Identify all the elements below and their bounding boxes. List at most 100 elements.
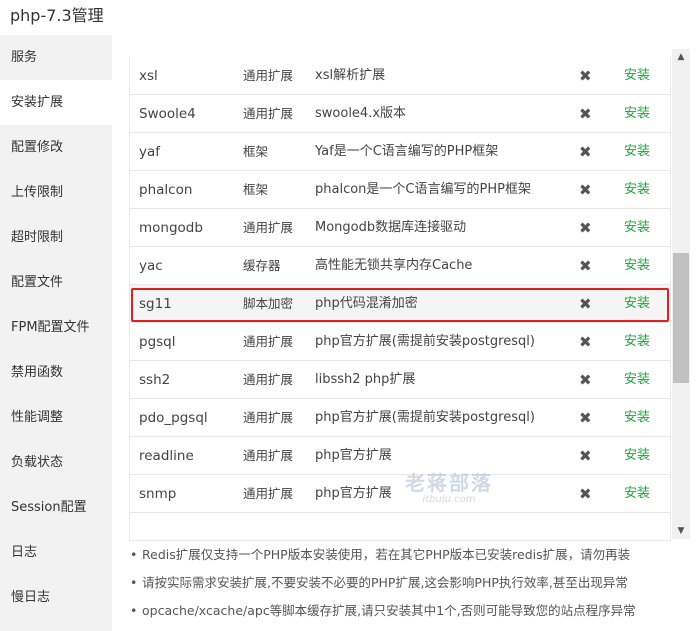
- table-row-highlighted: sg11 脚本加密 php代码混淆加密 ✖ 安装: [130, 285, 670, 323]
- extension-name: mongodb: [139, 220, 203, 236]
- extension-type: 通用扩展: [243, 334, 294, 349]
- note-text: opcache/xcache/apc等脚本缓存扩展,请只安装其中1个,否则可能导…: [142, 603, 636, 618]
- extension-type: 通用扩展: [243, 448, 294, 463]
- sidebar-item-session-config[interactable]: Session配置: [0, 485, 112, 530]
- table-row: mongodb 通用扩展 Mongodb数据库连接驱动 ✖ 安装: [130, 209, 670, 247]
- not-installed-icon: ✖: [579, 181, 592, 199]
- note-item: • Redis扩展仅支持一个PHP版本安装使用，若在其它PHP版本已安装redi…: [130, 541, 690, 569]
- bullet-icon: •: [130, 575, 138, 590]
- not-installed-icon: ✖: [579, 371, 592, 389]
- sidebar-item-slow-log[interactable]: 慢日志: [0, 575, 112, 620]
- sidebar-item-disabled-functions[interactable]: 禁用函数: [0, 350, 112, 395]
- table-row: snmp 通用扩展 php官方扩展 ✖ 安装: [130, 475, 670, 513]
- install-button[interactable]: 安装: [624, 133, 650, 171]
- sidebar-item-fpm-config[interactable]: FPM配置文件: [0, 305, 112, 350]
- sidebar-item-timeout-limit[interactable]: 超时限制: [0, 215, 112, 260]
- sidebar-item-service[interactable]: 服务: [0, 35, 112, 80]
- table-row: xsl 通用扩展 xsl解析扩展 ✖ 安装: [130, 57, 670, 95]
- extension-description: swoole4.x版本: [315, 106, 407, 121]
- not-installed-icon: ✖: [579, 295, 592, 313]
- window-title-bar: php-7.3管理: [0, 0, 698, 30]
- not-installed-icon: ✖: [579, 333, 592, 351]
- sidebar-item-upload-limit[interactable]: 上传限制: [0, 170, 112, 215]
- extension-name: yaf: [139, 144, 161, 160]
- extension-description: php官方扩展(需提前安装postgresql): [315, 410, 535, 425]
- notes-list: • Redis扩展仅支持一个PHP版本安装使用，若在其它PHP版本已安装redi…: [130, 541, 690, 625]
- not-installed-icon: ✖: [579, 485, 592, 503]
- table-row: ssh2 通用扩展 libssh2 php扩展 ✖ 安装: [130, 361, 670, 399]
- extension-name: ssh2: [139, 372, 171, 388]
- sidebar-item-performance[interactable]: 性能调整: [0, 395, 112, 440]
- extension-description: libssh2 php扩展: [315, 372, 416, 387]
- table-row: phalcon 框架 phalcon是一个C语言编写的PHP框架 ✖ 安装: [130, 171, 670, 209]
- scroll-down-arrow-icon[interactable]: ▼: [672, 523, 690, 539]
- note-text: Redis扩展仅支持一个PHP版本安装使用，若在其它PHP版本已安装redis扩…: [142, 547, 631, 562]
- extension-name: xsl: [139, 68, 158, 84]
- sidebar-item-config-file[interactable]: 配置文件: [0, 260, 112, 305]
- scroll-up-arrow-icon[interactable]: ▲: [672, 49, 690, 65]
- extension-description: php官方扩展: [315, 448, 392, 463]
- not-installed-icon: ✖: [579, 67, 592, 85]
- extension-type: 通用扩展: [243, 68, 294, 83]
- install-button[interactable]: 安装: [624, 399, 650, 437]
- install-button[interactable]: 安装: [624, 247, 650, 285]
- install-button[interactable]: 安装: [624, 95, 650, 133]
- install-button[interactable]: 安装: [624, 171, 650, 209]
- extension-type: 通用扩展: [243, 486, 294, 501]
- note-item: • 请按实际需求安装扩展,不要安装不必要的PHP扩展,这会影响PHP执行效率,甚…: [130, 569, 690, 597]
- install-button[interactable]: 安装: [624, 323, 650, 361]
- not-installed-icon: ✖: [579, 219, 592, 237]
- install-button[interactable]: 安装: [624, 209, 650, 247]
- extension-type: 缓存器: [243, 258, 281, 273]
- main-panel: xsl 通用扩展 xsl解析扩展 ✖ 安装 Swoole4 通用扩展 swool…: [112, 35, 698, 631]
- extension-name: phalcon: [139, 182, 193, 198]
- extension-type: 脚本加密: [243, 296, 294, 311]
- extension-description: 高性能无锁共享内存Cache: [315, 258, 473, 273]
- sidebar-item-config-edit[interactable]: 配置修改: [0, 125, 112, 170]
- install-button[interactable]: 安装: [624, 285, 650, 323]
- extension-description: php代码混淆加密: [315, 296, 418, 311]
- note-item: • opcache/xcache/apc等脚本缓存扩展,请只安装其中1个,否则可…: [130, 597, 690, 625]
- extension-type: 通用扩展: [243, 220, 294, 235]
- sidebar-item-load-status[interactable]: 负载状态: [0, 440, 112, 485]
- extension-description: php官方扩展(需提前安装postgresql): [315, 334, 535, 349]
- not-installed-icon: ✖: [579, 257, 592, 275]
- not-installed-icon: ✖: [579, 105, 592, 123]
- bullet-icon: •: [130, 603, 138, 618]
- extension-description: Yaf是一个C语言编写的PHP框架: [315, 144, 499, 159]
- table-row: Swoole4 通用扩展 swoole4.x版本 ✖ 安装: [130, 95, 670, 133]
- extension-type: 通用扩展: [243, 372, 294, 387]
- extension-description: php官方扩展: [315, 486, 392, 501]
- extension-description: xsl解析扩展: [315, 68, 386, 83]
- bullet-icon: •: [130, 547, 138, 562]
- not-installed-icon: ✖: [579, 143, 592, 161]
- sidebar: 服务 安装扩展 配置修改 上传限制 超时限制 配置文件 FPM配置文件 禁用函数…: [0, 35, 112, 631]
- extension-name: pdo_pgsql: [139, 410, 208, 426]
- table-scrollbar[interactable]: ▲ ▼: [672, 49, 690, 539]
- table-row: yaf 框架 Yaf是一个C语言编写的PHP框架 ✖ 安装: [130, 133, 670, 171]
- window-title: php-7.3管理: [10, 6, 104, 25]
- table-row: pdo_pgsql 通用扩展 php官方扩展(需提前安装postgresql) …: [130, 399, 670, 437]
- extensions-table: xsl 通用扩展 xsl解析扩展 ✖ 安装 Swoole4 通用扩展 swool…: [129, 57, 671, 541]
- extension-name: Swoole4: [139, 106, 196, 122]
- table-row: pgsql 通用扩展 php官方扩展(需提前安装postgresql) ✖ 安装: [130, 323, 670, 361]
- extension-description: phalcon是一个C语言编写的PHP框架: [315, 182, 531, 197]
- extension-name: snmp: [139, 486, 177, 502]
- scrollbar-thumb[interactable]: [673, 253, 689, 383]
- install-button[interactable]: 安装: [624, 475, 650, 513]
- extension-name: yac: [139, 258, 163, 274]
- sidebar-item-log[interactable]: 日志: [0, 530, 112, 575]
- not-installed-icon: ✖: [579, 447, 592, 465]
- install-button[interactable]: 安装: [624, 361, 650, 399]
- note-text: 请按实际需求安装扩展,不要安装不必要的PHP扩展,这会影响PHP执行效率,甚至出…: [142, 575, 628, 590]
- extension-type: 框架: [243, 182, 269, 197]
- extension-type: 通用扩展: [243, 410, 294, 425]
- extension-name: readline: [139, 448, 194, 464]
- extension-type: 框架: [243, 144, 269, 159]
- sidebar-item-install-extensions[interactable]: 安装扩展: [0, 80, 112, 125]
- extension-name: sg11: [139, 296, 172, 312]
- install-button[interactable]: 安装: [624, 57, 650, 95]
- install-button[interactable]: 安装: [624, 437, 650, 475]
- table-row: yac 缓存器 高性能无锁共享内存Cache ✖ 安装: [130, 247, 670, 285]
- extension-type: 通用扩展: [243, 106, 294, 121]
